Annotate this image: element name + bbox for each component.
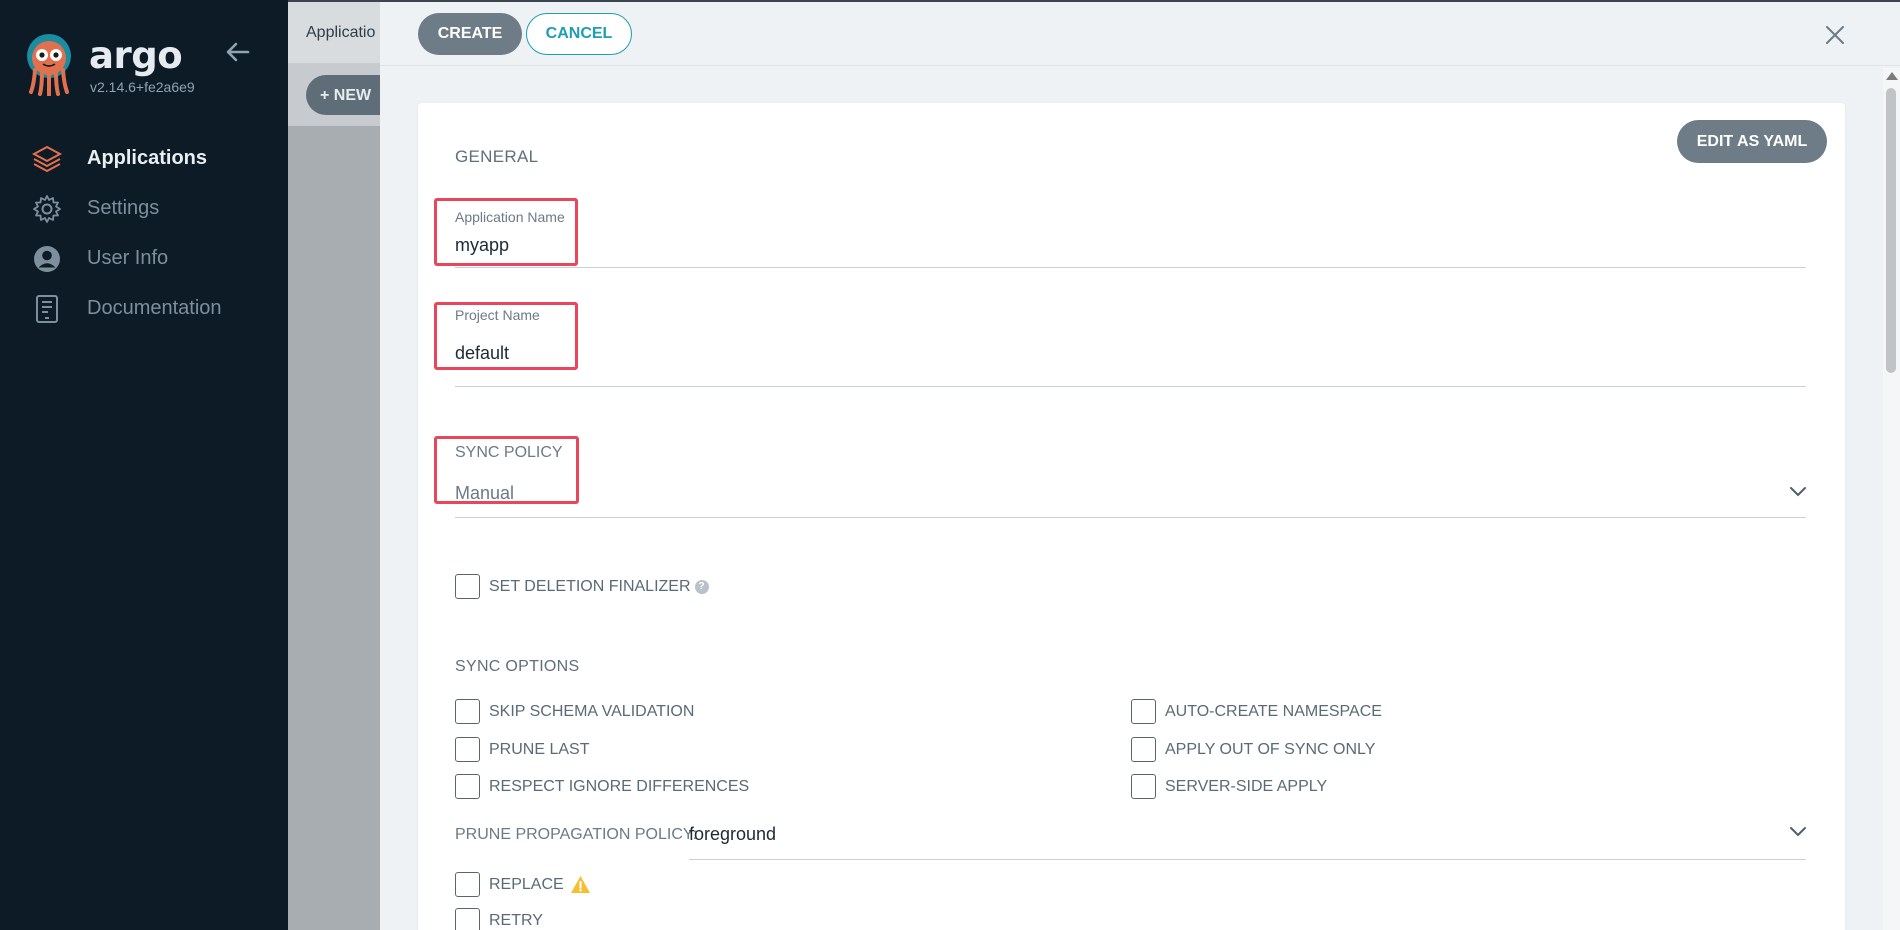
project-name-input[interactable]: default (455, 343, 509, 364)
checkbox-label: RETRY (489, 911, 543, 929)
page-title: Applicatio (306, 24, 376, 41)
sidebar-item-label: Documentation (87, 296, 222, 319)
gear-icon (31, 194, 63, 224)
prune-propagation-policy-label: PRUNE PROPAGATION POLICY: (455, 826, 698, 843)
prune-policy-underline (689, 859, 1806, 860)
checkbox-box[interactable] (455, 908, 480, 930)
book-icon (31, 294, 63, 324)
cancel-button[interactable]: CANCEL (526, 13, 632, 55)
warning-icon (570, 876, 590, 893)
set-deletion-finalizer-checkbox[interactable]: SET DELETION FINALIZER ? (455, 574, 709, 599)
checkbox-box[interactable] (455, 574, 480, 599)
project-name-label: Project Name (455, 307, 540, 323)
sidebar: argo v2.14.6+fe2a6e9 Applications Settin… (0, 0, 288, 930)
sidebar-item-label: Applications (87, 146, 208, 169)
checkbox-label: RESPECT IGNORE DIFFERENCES (489, 777, 750, 795)
checkbox-label: PRUNE LAST (489, 740, 590, 758)
checkbox-label: SET DELETION FINALIZER (489, 577, 691, 595)
argo-logo-icon (27, 34, 71, 96)
checkbox-box[interactable] (455, 737, 480, 762)
application-name-label: Application Name (455, 209, 565, 225)
checkbox-label: SERVER-SIDE APPLY (1165, 777, 1328, 795)
general-section-title: GENERAL (455, 147, 539, 166)
checkbox-label: APPLY OUT OF SYNC ONLY (1165, 740, 1376, 758)
checkbox-label: REPLACE (489, 875, 564, 893)
edit-as-yaml-button[interactable]: EDIT AS YAML (1677, 120, 1827, 163)
auto-create-namespace-checkbox[interactable]: AUTO-CREATE NAMESPACE (1131, 699, 1382, 724)
project-name-underline (455, 386, 1806, 387)
server-side-apply-checkbox[interactable]: SERVER-SIDE APPLY (1131, 774, 1327, 799)
sync-policy-underline (455, 517, 1806, 518)
respect-ignore-differences-checkbox[interactable]: RESPECT IGNORE DIFFERENCES (455, 774, 749, 799)
close-icon[interactable] (1822, 22, 1848, 48)
user-icon (31, 244, 63, 274)
layers-icon (31, 144, 63, 174)
help-icon[interactable]: ? (694, 579, 709, 594)
checkbox-box[interactable] (1131, 737, 1156, 762)
scroll-up-arrow-icon[interactable] (1886, 72, 1898, 80)
scrollbar[interactable] (1883, 68, 1900, 930)
collapse-sidebar-arrow-icon[interactable] (224, 38, 252, 66)
sidebar-item-applications[interactable]: Applications (0, 133, 288, 183)
sidebar-item-settings[interactable]: Settings (0, 183, 288, 233)
prune-last-checkbox[interactable]: PRUNE LAST (455, 737, 589, 762)
sync-options-section-title: SYNC OPTIONS (455, 658, 580, 675)
checkbox-label: SKIP SCHEMA VALIDATION (489, 702, 695, 720)
sidebar-item-label: Settings (87, 196, 160, 219)
apply-out-of-sync-only-checkbox[interactable]: APPLY OUT OF SYNC ONLY (1131, 737, 1375, 762)
panel-header: CREATE CANCEL (380, 2, 1900, 66)
retry-checkbox[interactable]: RETRY (455, 908, 543, 930)
brand-name: argo (89, 34, 183, 77)
checkbox-label: AUTO-CREATE NAMESPACE (1165, 702, 1382, 720)
chevron-down-icon[interactable] (1789, 826, 1807, 838)
sidebar-item-label: User Info (87, 246, 169, 269)
create-button[interactable]: CREATE (418, 13, 522, 55)
application-form-card: EDIT AS YAML GENERAL Application Name my… (418, 103, 1845, 930)
skip-schema-validation-checkbox[interactable]: SKIP SCHEMA VALIDATION (455, 699, 694, 724)
checkbox-box[interactable] (455, 872, 480, 897)
checkbox-box[interactable] (1131, 699, 1156, 724)
sync-policy-select[interactable]: Manual (455, 483, 514, 504)
sidebar-item-documentation[interactable]: Documentation (0, 283, 288, 333)
new-application-panel: CREATE CANCEL EDIT AS YAML GENERAL Appli… (380, 0, 1900, 930)
checkbox-box[interactable] (1131, 774, 1156, 799)
checkbox-box[interactable] (455, 774, 480, 799)
scrollbar-thumb[interactable] (1886, 88, 1896, 373)
sidebar-item-user-info[interactable]: User Info (0, 233, 288, 283)
sidebar-nav: Applications Settings User Info Document… (0, 133, 288, 333)
replace-checkbox[interactable]: REPLACE (455, 872, 591, 897)
sync-policy-label: SYNC POLICY (455, 444, 563, 461)
prune-propagation-policy-select[interactable]: foreground (689, 824, 776, 845)
checkbox-box[interactable] (455, 699, 480, 724)
application-name-underline (455, 267, 1806, 268)
version-label: v2.14.6+fe2a6e9 (90, 79, 195, 95)
application-name-input[interactable]: myapp (455, 235, 509, 256)
chevron-down-icon[interactable] (1789, 486, 1807, 498)
